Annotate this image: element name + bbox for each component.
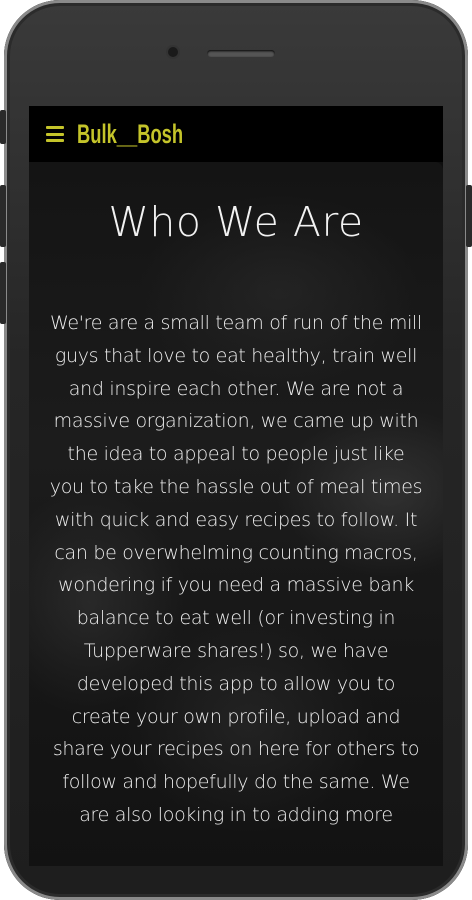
phone-side-button-left-1 bbox=[0, 110, 6, 144]
page-title: Who We Are bbox=[108, 198, 364, 246]
phone-screen: Bulk__Bosh Who We Are We're are a small … bbox=[29, 106, 443, 866]
phone-side-button-left-2 bbox=[0, 185, 6, 247]
about-paragraph: We're are a small team of run of the mil… bbox=[49, 312, 423, 826]
earpiece-speaker bbox=[207, 50, 275, 57]
brand-logo[interactable]: Bulk__Bosh bbox=[77, 119, 183, 150]
top-navbar: Bulk__Bosh bbox=[29, 106, 443, 162]
who-we-are-section: Who We Are We're are a small team of run… bbox=[29, 162, 443, 866]
front-camera bbox=[168, 47, 178, 57]
phone-side-button-left-3 bbox=[0, 262, 6, 324]
phone-side-button-right bbox=[466, 185, 472, 247]
hamburger-menu-icon[interactable] bbox=[46, 126, 64, 142]
